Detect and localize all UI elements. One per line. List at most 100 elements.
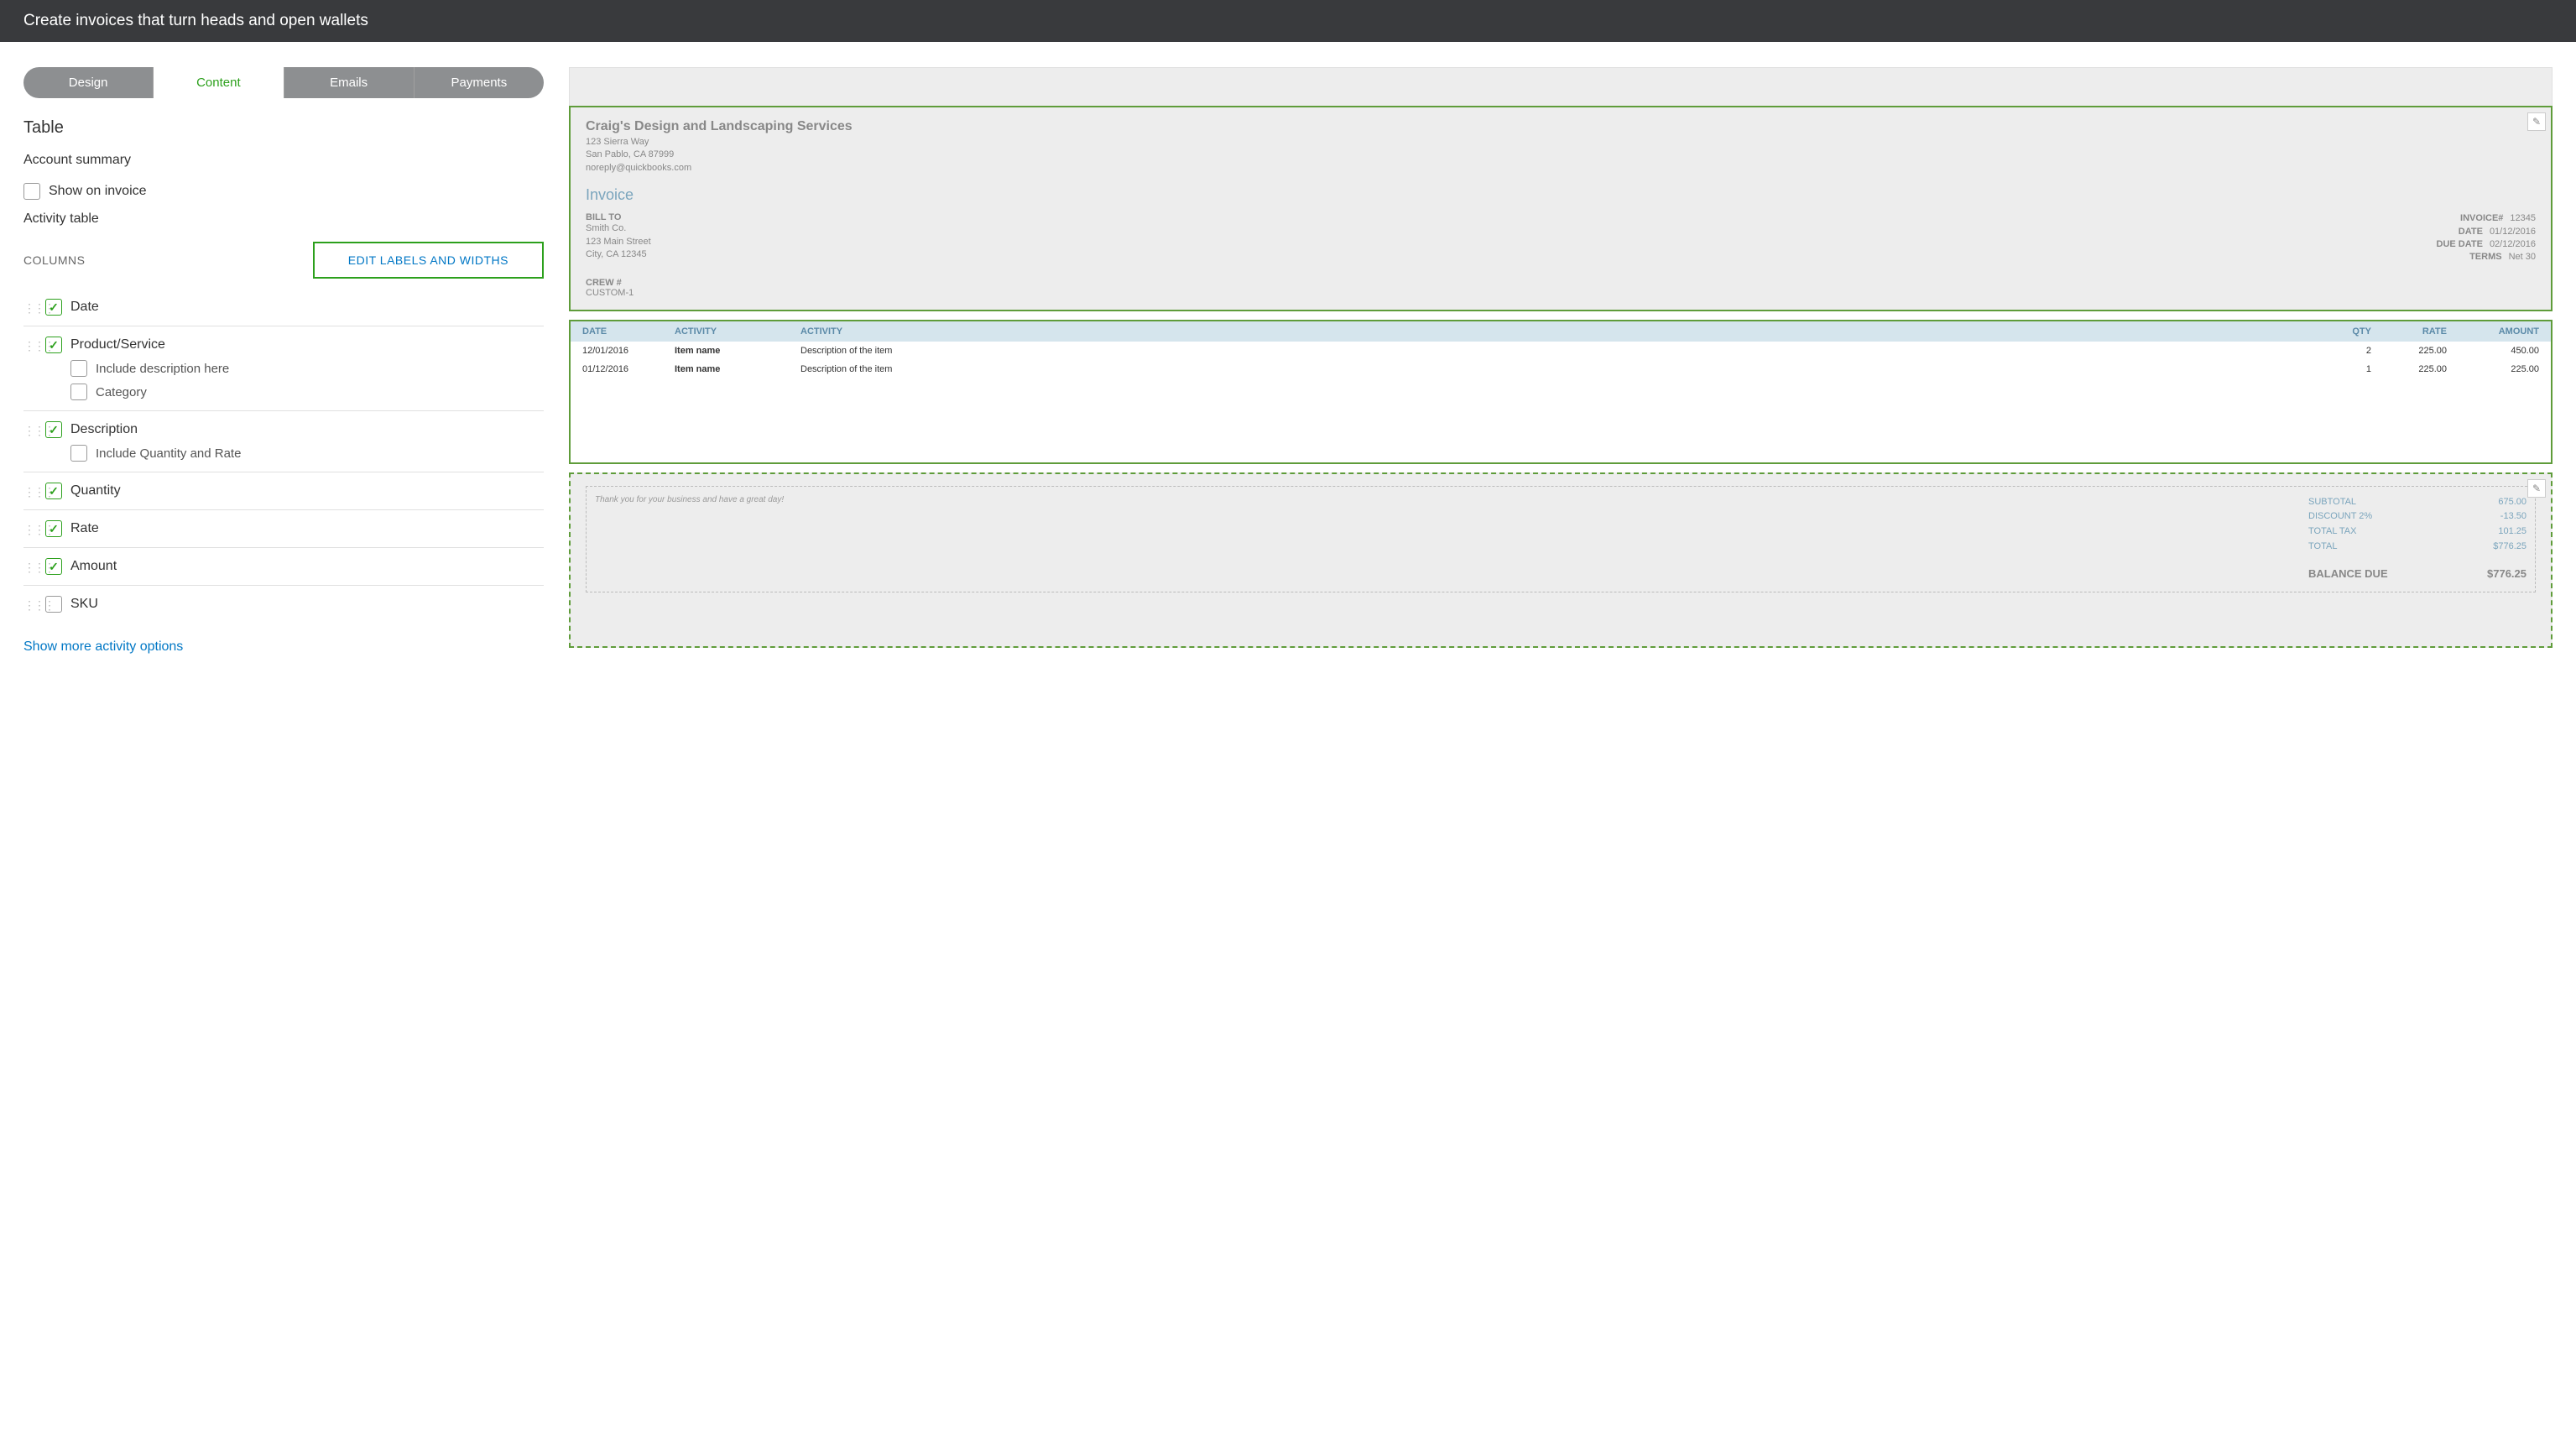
tab-bar: Design Content Emails Payments — [23, 67, 544, 98]
page-header: Create invoices that turn heads and open… — [0, 0, 2576, 42]
due-date-label: DUE DATE — [2437, 238, 2483, 251]
amount-label: Amount — [70, 559, 117, 574]
drag-handle-icon[interactable]: ⋮⋮⋮ — [23, 483, 37, 498]
quantity-checkbox[interactable] — [45, 483, 62, 499]
description-checkbox[interactable] — [45, 421, 62, 438]
preview-top-spacer — [569, 67, 2553, 106]
edit-pencil-icon[interactable]: ✎ — [2527, 112, 2546, 131]
th-activity1: ACTIVITY — [675, 326, 800, 337]
total-value: $776.25 — [2493, 540, 2526, 555]
sku-checkbox[interactable] — [45, 596, 62, 613]
description-label: Description — [70, 422, 138, 437]
product-service-checkbox[interactable] — [45, 337, 62, 353]
column-row-date: ⋮⋮⋮ Date — [23, 289, 544, 326]
th-qty: QTY — [2321, 326, 2371, 337]
edit-pencil-icon[interactable]: ✎ — [2527, 479, 2546, 498]
tab-payments[interactable]: Payments — [415, 67, 544, 98]
bill-to-name: Smith Co. — [586, 222, 651, 235]
company-email: noreply@quickbooks.com — [586, 162, 2536, 175]
tax-value: 101.25 — [2498, 525, 2526, 540]
include-desc-here-label: Include description here — [96, 362, 229, 376]
invoice-num-label: INVOICE# — [2460, 212, 2503, 225]
column-row-product-service: ⋮⋮⋮ Product/Service Include description … — [23, 326, 544, 411]
bill-to-block: BILL TO Smith Co. 123 Main Street City, … — [586, 212, 651, 264]
td-amount: 450.00 — [2447, 346, 2539, 356]
tab-content[interactable]: Content — [154, 67, 284, 98]
td-desc: Description of the item — [800, 346, 2321, 356]
category-checkbox[interactable] — [70, 384, 87, 400]
date-label: DATE — [2459, 226, 2483, 238]
th-activity2: ACTIVITY — [800, 326, 2321, 337]
drag-handle-icon[interactable]: ⋮⋮⋮ — [23, 421, 37, 436]
bill-to-addr2: City, CA 12345 — [586, 248, 651, 261]
quantity-label: Quantity — [70, 483, 121, 498]
preview-footer-section[interactable]: ✎ Thank you for your business and have a… — [569, 472, 2553, 648]
total-label: TOTAL — [2308, 540, 2337, 555]
activity-table-label: Activity table — [23, 211, 544, 227]
edit-labels-widths-button[interactable]: EDIT LABELS AND WIDTHS — [313, 242, 544, 279]
crew-label: CREW # — [586, 278, 2536, 288]
drag-handle-icon[interactable]: ⋮⋮⋮ — [23, 337, 37, 352]
drag-handle-icon[interactable]: ⋮⋮⋮ — [23, 520, 37, 535]
table-row: 01/12/2016 Item name Description of the … — [571, 360, 2551, 378]
discount-label: DISCOUNT 2% — [2308, 509, 2372, 525]
tab-emails[interactable]: Emails — [284, 67, 415, 98]
date-value: 01/12/2016 — [2490, 226, 2536, 238]
balance-due-label: BALANCE DUE — [2308, 566, 2388, 583]
subtotal-label: SUBTOTAL — [2308, 495, 2356, 510]
bill-to-label: BILL TO — [586, 212, 651, 222]
account-summary-label: Account summary — [23, 153, 544, 168]
tab-design[interactable]: Design — [23, 67, 154, 98]
preview-header-section[interactable]: ✎ Craig's Design and Landscaping Service… — [569, 106, 2553, 311]
company-addr2: San Pablo, CA 87999 — [586, 149, 2536, 161]
rate-label: Rate — [70, 521, 99, 536]
td-date: 01/12/2016 — [582, 364, 675, 374]
column-row-description: ⋮⋮⋮ Description Include Quantity and Rat… — [23, 411, 544, 472]
preview-activity-section[interactable]: DATE ACTIVITY ACTIVITY QTY RATE AMOUNT 1… — [569, 320, 2553, 464]
show-on-invoice-checkbox[interactable] — [23, 183, 40, 200]
crew-value: CUSTOM-1 — [586, 288, 2536, 298]
include-qty-rate-checkbox[interactable] — [70, 445, 87, 462]
include-desc-here-checkbox[interactable] — [70, 360, 87, 377]
thank-you-message: Thank you for your business and have a g… — [595, 495, 784, 504]
td-desc: Description of the item — [800, 364, 2321, 374]
terms-value: Net 30 — [2509, 251, 2536, 264]
td-item: Item name — [675, 364, 800, 374]
td-rate: 225.00 — [2371, 346, 2447, 356]
amount-checkbox[interactable] — [45, 558, 62, 575]
td-qty: 2 — [2321, 346, 2371, 356]
td-date: 12/01/2016 — [582, 346, 675, 356]
company-name: Craig's Design and Landscaping Services — [586, 119, 2536, 134]
company-addr1: 123 Sierra Way — [586, 136, 2536, 149]
terms-label: TERMS — [2469, 251, 2502, 264]
invoice-meta-block: INVOICE# 12345 DATE 01/12/2016 DUE DATE 02/… — [2437, 212, 2536, 264]
invoice-preview: ✎ Craig's Design and Landscaping Service… — [569, 67, 2553, 656]
due-date-value: 02/12/2016 — [2490, 238, 2536, 251]
column-row-rate: ⋮⋮⋮ Rate — [23, 510, 544, 548]
subtotal-value: 675.00 — [2498, 495, 2526, 510]
th-amount: AMOUNT — [2447, 326, 2539, 337]
column-row-amount: ⋮⋮⋮ Amount — [23, 548, 544, 586]
td-rate: 225.00 — [2371, 364, 2447, 374]
include-qty-rate-label: Include Quantity and Rate — [96, 446, 241, 461]
settings-panel: Design Content Emails Payments Table Acc… — [23, 67, 544, 656]
balance-due-value: $776.25 — [2487, 566, 2526, 583]
date-checkbox[interactable] — [45, 299, 62, 316]
columns-heading: COLUMNS — [23, 253, 86, 267]
td-item: Item name — [675, 346, 800, 356]
invoice-num-value: 12345 — [2510, 212, 2536, 225]
drag-handle-icon[interactable]: ⋮⋮⋮ — [23, 299, 37, 314]
table-header-row: DATE ACTIVITY ACTIVITY QTY RATE AMOUNT — [571, 321, 2551, 342]
sku-label: SKU — [70, 597, 98, 612]
bill-to-addr1: 123 Main Street — [586, 236, 651, 248]
drag-handle-icon[interactable]: ⋮⋮⋮ — [23, 596, 37, 611]
show-more-activity-link[interactable]: Show more activity options — [23, 639, 183, 655]
table-row: 12/01/2016 Item name Description of the … — [571, 342, 2551, 360]
drag-handle-icon[interactable]: ⋮⋮⋮ — [23, 558, 37, 573]
td-qty: 1 — [2321, 364, 2371, 374]
date-label: Date — [70, 300, 99, 315]
rate-checkbox[interactable] — [45, 520, 62, 537]
show-on-invoice-label: Show on invoice — [49, 184, 147, 199]
column-row-sku: ⋮⋮⋮ SKU — [23, 586, 544, 623]
product-service-label: Product/Service — [70, 337, 165, 352]
